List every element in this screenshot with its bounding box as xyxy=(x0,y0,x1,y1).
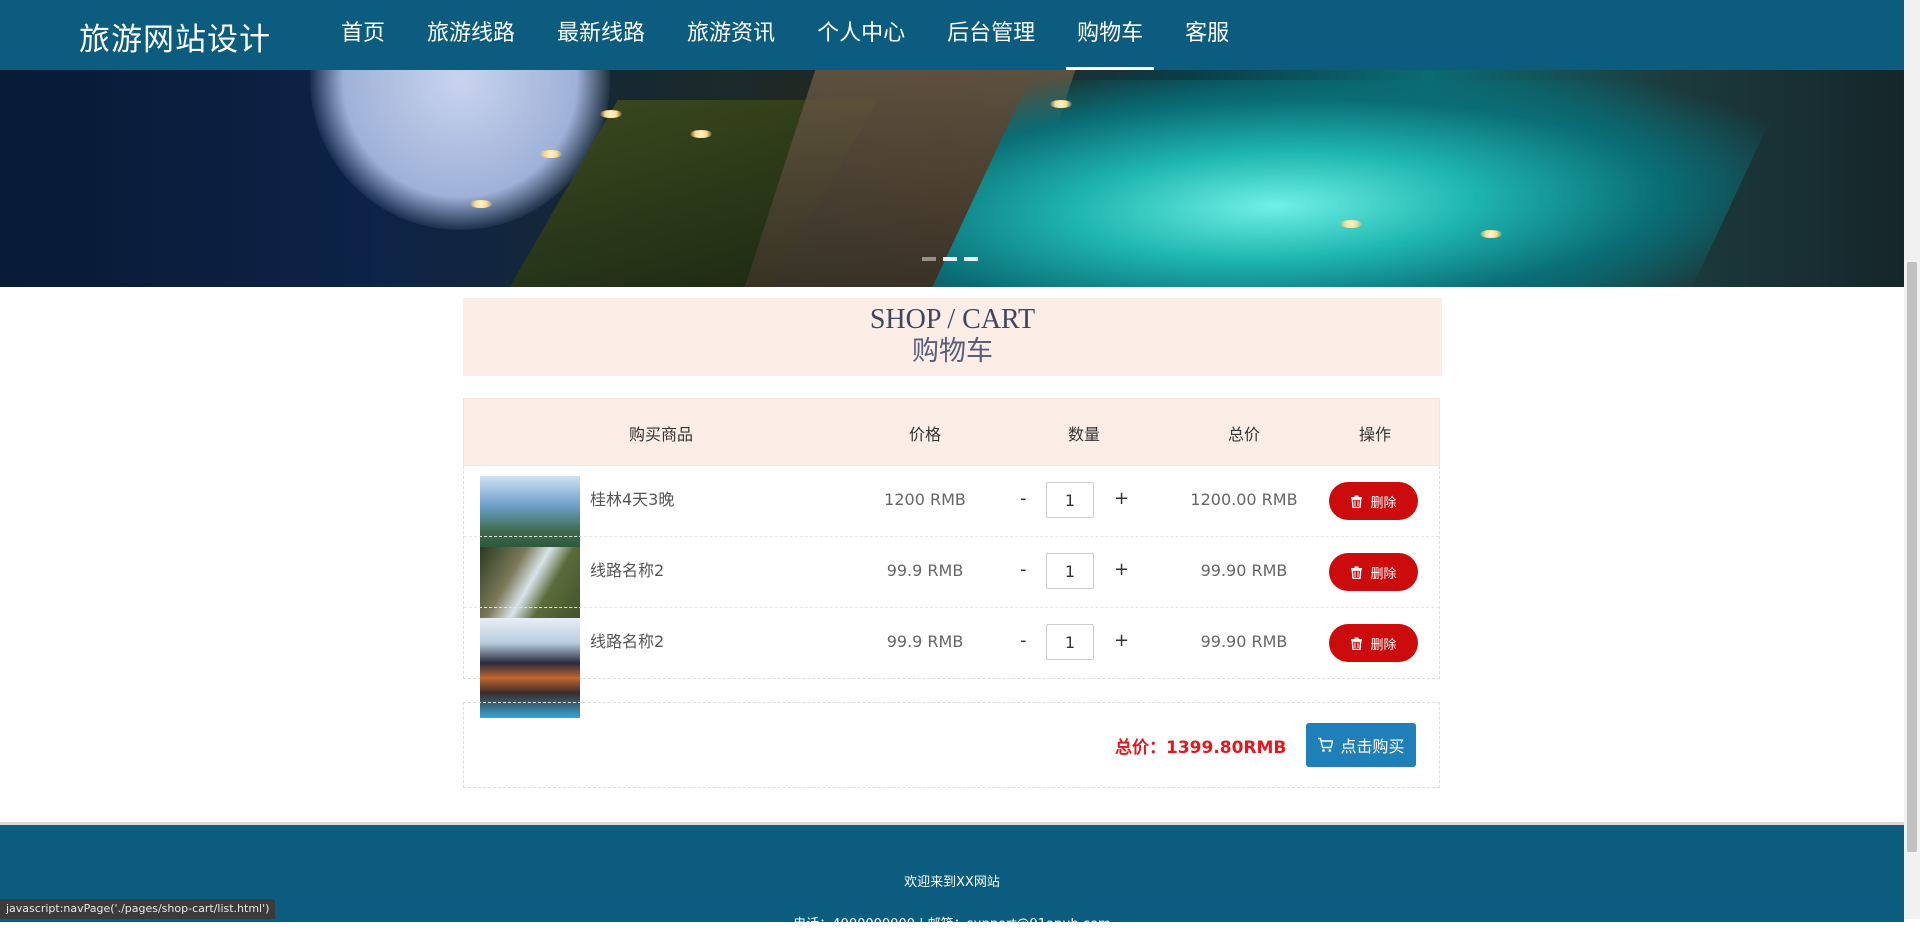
cart-summary: 总价：1399.80RMB 点击购买 xyxy=(463,702,1440,788)
product-subtotal: 99.90 RMB xyxy=(1200,561,1288,580)
carousel-dot[interactable] xyxy=(922,257,936,261)
product-subtotal: 1200.00 RMB xyxy=(1190,490,1298,509)
delete-button[interactable]: 删除 xyxy=(1329,482,1418,520)
carousel-indicators xyxy=(922,257,978,261)
cart-table: 购买商品 价格 数量 总价 操作 桂林4天3晚 1200 RMB - + 120… xyxy=(463,398,1440,718)
trash-icon xyxy=(1351,495,1363,508)
menu-item-travel-news[interactable]: 旅游资讯 xyxy=(666,0,796,70)
product-name[interactable]: 桂林4天3晚 xyxy=(590,486,674,510)
site-brand[interactable]: 旅游网站设计 xyxy=(79,14,271,59)
quantity-decrease-button[interactable]: - xyxy=(1020,630,1027,651)
menu-item-routes[interactable]: 旅游线路 xyxy=(406,0,536,70)
delete-button-label: 删除 xyxy=(1370,566,1397,582)
column-header-product: 购买商品 xyxy=(628,425,694,444)
banner-light xyxy=(600,110,622,118)
product-name[interactable]: 线路名称2 xyxy=(590,628,664,652)
column-header-action: 操作 xyxy=(1358,425,1392,444)
menu-item-support[interactable]: 客服 xyxy=(1164,0,1250,70)
menu-item-user-center[interactable]: 个人中心 xyxy=(796,0,926,70)
hero-banner xyxy=(0,70,1904,287)
banner-light xyxy=(1340,220,1362,228)
trash-icon xyxy=(1351,566,1363,579)
quantity-decrease-button[interactable]: - xyxy=(1020,488,1027,509)
menu-item-admin[interactable]: 后台管理 xyxy=(926,0,1056,70)
banner-light xyxy=(1050,100,1072,108)
site-footer: 欢迎来到XX网站 电话：4000000000 | 邮箱：support@91ap… xyxy=(0,822,1904,932)
quantity-input[interactable] xyxy=(1046,553,1094,589)
cart-table-header: 购买商品 价格 数量 总价 操作 xyxy=(463,398,1440,466)
cart-total: 总价：1399.80RMB xyxy=(1115,738,1287,758)
section-title-en: SHOP / CART xyxy=(869,304,1036,335)
trash-icon xyxy=(1351,637,1363,650)
banner-light xyxy=(540,150,562,158)
scrollbar-thumb[interactable] xyxy=(1907,262,1917,852)
quantity-increase-button[interactable]: + xyxy=(1114,488,1129,509)
browser-status-bar: javascript:navPage('./pages/shop-cart/li… xyxy=(0,899,276,919)
footer-welcome: 欢迎来到XX网站 xyxy=(904,875,1000,890)
menu-item-cart[interactable]: 购物车 xyxy=(1056,0,1164,70)
top-navbar: 旅游网站设计 首页 旅游线路 最新线路 旅游资讯 个人中心 后台管理 购物车 客… xyxy=(0,0,1904,70)
delete-button-label: 删除 xyxy=(1370,495,1397,511)
section-title: SHOP / CART 购物车 xyxy=(463,298,1442,376)
section-title-cn: 购物车 xyxy=(912,336,993,367)
column-header-price: 价格 xyxy=(908,425,942,444)
banner-light xyxy=(470,200,492,208)
quantity-input[interactable] xyxy=(1046,624,1094,660)
quantity-increase-button[interactable]: + xyxy=(1114,630,1129,651)
quantity-input[interactable] xyxy=(1046,482,1094,518)
product-subtotal: 99.90 RMB xyxy=(1200,632,1288,651)
product-price: 99.9 RMB xyxy=(886,561,964,580)
product-price: 99.9 RMB xyxy=(886,632,964,651)
carousel-dot[interactable] xyxy=(943,257,957,261)
cart-row: 桂林4天3晚 1200 RMB - + 1200.00 RMB 删除 xyxy=(464,466,1439,576)
carousel-dot[interactable] xyxy=(964,257,978,261)
menu-item-latest-routes[interactable]: 最新线路 xyxy=(536,0,666,70)
quantity-increase-button[interactable]: + xyxy=(1114,559,1129,580)
quantity-decrease-button[interactable]: - xyxy=(1020,559,1027,580)
product-price: 1200 RMB xyxy=(884,490,966,509)
cart-row: 线路名称2 99.9 RMB - + 99.90 RMB 删除 xyxy=(464,536,1439,647)
main-menu: 首页 旅游线路 最新线路 旅游资讯 个人中心 后台管理 购物车 客服 xyxy=(320,0,1250,70)
cart-rows: 桂林4天3晚 1200 RMB - + 1200.00 RMB 删除 线路名称2 xyxy=(463,466,1440,718)
banner-light xyxy=(1480,230,1502,238)
checkout-button[interactable]: 点击购买 xyxy=(1306,723,1416,767)
banner-light xyxy=(690,130,712,138)
footer-contact: 电话：4000000000 | 邮箱：support@91apub.com xyxy=(793,917,1111,932)
menu-item-home[interactable]: 首页 xyxy=(320,0,406,70)
delete-button[interactable]: 删除 xyxy=(1329,553,1418,591)
column-header-quantity: 数量 xyxy=(1067,425,1101,444)
checkout-button-label: 点击购买 xyxy=(1340,737,1405,756)
cart-icon xyxy=(1318,737,1334,752)
delete-button-label: 删除 xyxy=(1370,637,1397,653)
banner-pool xyxy=(931,80,1789,287)
vertical-scrollbar[interactable] xyxy=(1904,0,1920,919)
product-name[interactable]: 线路名称2 xyxy=(590,557,664,581)
column-header-subtotal: 总价 xyxy=(1227,425,1261,444)
cart-row: 线路名称2 99.9 RMB - + 99.90 RMB 删除 xyxy=(464,607,1439,718)
delete-button[interactable]: 删除 xyxy=(1329,624,1418,662)
